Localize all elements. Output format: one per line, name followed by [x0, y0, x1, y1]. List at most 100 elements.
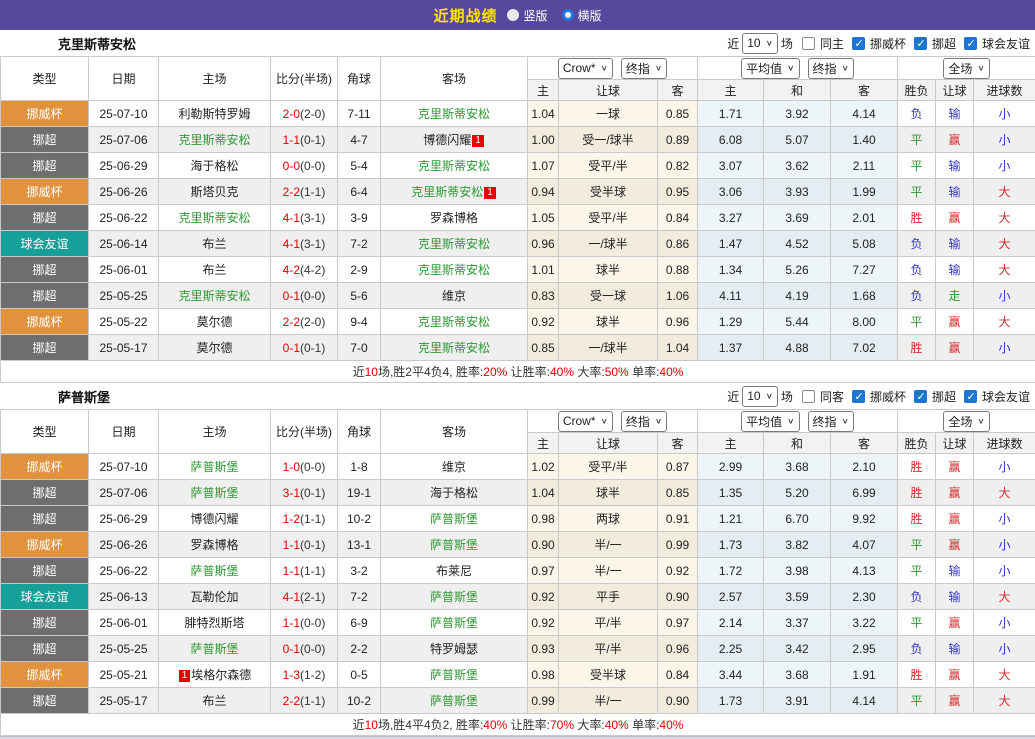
- team-name-link[interactable]: 萨普斯堡: [190, 642, 238, 656]
- match-date: 25-05-22: [88, 308, 159, 335]
- same-home-checkbox[interactable]: [801, 36, 815, 50]
- summary-segment: 40%: [604, 718, 629, 732]
- team-name-link[interactable]: 博德闪耀: [423, 133, 471, 147]
- card-badge: 1: [178, 669, 191, 682]
- team-name-link[interactable]: 萨普斯堡: [190, 486, 238, 500]
- sub-away-odds: 客: [657, 432, 698, 454]
- match-row: 挪超 25-06-01 腓特烈斯塔 1-1(0-0) 6-9 萨普斯堡 0.92 平/半 0.9…: [0, 609, 1035, 636]
- handicap-away-odds: 0.96: [657, 635, 698, 662]
- club-friendly-checkbox[interactable]: [963, 389, 977, 403]
- match-row: 挪威杯 25-05-21 1 埃格尔森德 1-3(1-2) 0-5 萨普斯堡 0.98 受半球 0…: [0, 661, 1035, 688]
- match-count-select[interactable]: 10: [742, 32, 778, 54]
- bookmaker-select[interactable]: Crow*: [557, 57, 613, 79]
- result-goals: 大: [973, 687, 1035, 714]
- team-name-link[interactable]: 腓特烈斯塔: [184, 616, 244, 630]
- handicap-home-odds: 1.04: [527, 479, 559, 506]
- handicap-away-odds: 0.97: [657, 609, 698, 636]
- team-name-link[interactable]: 维京: [442, 289, 466, 303]
- radio-selected-icon[interactable]: [561, 9, 574, 21]
- fulltime-score: 1-0: [282, 459, 300, 474]
- team-name-link[interactable]: 瓦勒伦加: [190, 590, 238, 604]
- section-header-team-1: 克里斯蒂安松 近 10 场 同主 挪威杯 挪超 球会友谊: [0, 30, 1035, 56]
- away-team-cell: 萨普斯堡: [380, 531, 528, 558]
- team-name-link[interactable]: 海于格松: [430, 486, 478, 500]
- fulltime-select[interactable]: 全场: [943, 57, 990, 79]
- final-odds-select[interactable]: 终指: [620, 57, 668, 79]
- result-wdl: 平: [897, 126, 937, 153]
- team-name-link[interactable]: 萨普斯堡: [190, 460, 238, 474]
- avg-home-odds: 6.08: [697, 126, 764, 153]
- team-name-link[interactable]: 海于格松: [190, 159, 238, 173]
- team-name-link[interactable]: 萨普斯堡: [430, 590, 478, 604]
- team-name-link[interactable]: 莫尔德: [196, 315, 232, 329]
- team-name-link[interactable]: 罗森博格: [190, 538, 238, 552]
- team-name-link[interactable]: 克里斯蒂安松: [418, 263, 490, 277]
- radio-icon[interactable]: [507, 9, 520, 21]
- corner-count: 7-0: [337, 334, 381, 361]
- handicap-line: 球半: [558, 308, 658, 335]
- handicap-home-odds: 0.90: [527, 531, 559, 558]
- team-name-link[interactable]: 布兰: [202, 237, 226, 251]
- team-name-link[interactable]: 莫尔德: [196, 341, 232, 355]
- view-vertical-option[interactable]: 竖版: [507, 7, 548, 24]
- eliteserien-checkbox[interactable]: [913, 36, 927, 50]
- handicap-line: 受平/半: [558, 204, 658, 231]
- team-name-link[interactable]: 萨普斯堡: [190, 564, 238, 578]
- recent-matches-table-1: 类型 日期 主场 比分(半场) 角球 客场 Crow* 终指 平均值 终指: [0, 56, 1035, 383]
- team-name-link[interactable]: 萨普斯堡: [430, 538, 478, 552]
- average-select[interactable]: 平均值: [741, 57, 800, 79]
- team-name-link[interactable]: 克里斯蒂安松: [178, 289, 250, 303]
- bookmaker-select[interactable]: Crow*: [557, 410, 613, 432]
- league-type-badge: 挪超: [0, 152, 89, 179]
- view-horizontal-option[interactable]: 横版: [561, 7, 602, 24]
- team-name-link[interactable]: 克里斯蒂安松: [418, 237, 490, 251]
- handicap-home-odds: 0.93: [527, 635, 559, 662]
- average-select[interactable]: 平均值: [741, 410, 800, 432]
- final-odds-select-2[interactable]: 终指: [807, 410, 854, 432]
- eliteserien-checkbox[interactable]: [913, 389, 927, 403]
- team-name-link[interactable]: 斯塔贝克: [190, 185, 238, 199]
- score-cell: 0-1(0-1): [270, 334, 338, 361]
- team-name-link[interactable]: 罗森博格: [430, 211, 478, 225]
- team-name-link[interactable]: 萨普斯堡: [430, 616, 478, 630]
- home-team-cell: 利勒斯特罗姆: [158, 100, 271, 127]
- team-name-link[interactable]: 萨普斯堡: [430, 694, 478, 708]
- match-count-select[interactable]: 10: [742, 385, 778, 407]
- team-name-link[interactable]: 博德闪耀: [190, 512, 238, 526]
- away-team-cell: 特罗姆瑟: [380, 635, 528, 662]
- team-name-link[interactable]: 克里斯蒂安松: [418, 315, 490, 329]
- norway-cup-checkbox[interactable]: [851, 389, 865, 403]
- team-name-link[interactable]: 克里斯蒂安松: [178, 133, 250, 147]
- team-name-link[interactable]: 布兰: [202, 694, 226, 708]
- avg-away-odds: 2.10: [829, 453, 899, 480]
- team-name-link[interactable]: 克里斯蒂安松: [178, 211, 250, 225]
- handicap-home-odds: 0.98: [527, 505, 559, 532]
- team-name-link[interactable]: 维京: [442, 460, 466, 474]
- team-name-link[interactable]: 埃格尔森德: [191, 668, 251, 682]
- result-goals: 小: [973, 334, 1035, 361]
- team-name-link[interactable]: 克里斯蒂安松: [418, 159, 490, 173]
- team-name-link[interactable]: 利勒斯特罗姆: [178, 107, 250, 121]
- avg-home-odds: 1.21: [697, 505, 764, 532]
- team-name-link[interactable]: 萨普斯堡: [430, 512, 478, 526]
- final-odds-select[interactable]: 终指: [620, 410, 668, 432]
- team-name-link[interactable]: 特罗姆瑟: [430, 642, 478, 656]
- team-name-link[interactable]: 布莱尼: [436, 564, 472, 578]
- league-type-badge: 挪威杯: [0, 661, 89, 688]
- eliteserien-label: 挪超: [931, 36, 956, 51]
- team-name-link[interactable]: 克里斯蒂安松: [418, 341, 490, 355]
- club-friendly-checkbox[interactable]: [963, 36, 977, 50]
- handicap-away-odds: 0.86: [657, 230, 698, 257]
- card-badge: 1: [472, 134, 484, 147]
- handicap-line: 球半: [558, 479, 658, 506]
- fulltime-select[interactable]: 全场: [943, 410, 990, 432]
- final-odds-select-2[interactable]: 终指: [807, 57, 854, 79]
- norway-cup-checkbox[interactable]: [851, 36, 865, 50]
- team-name-link[interactable]: 克里斯蒂安松: [411, 185, 483, 199]
- team-name-link[interactable]: 萨普斯堡: [430, 668, 478, 682]
- team-name-link[interactable]: 布兰: [202, 263, 226, 277]
- handicap-away-odds: 0.90: [657, 583, 698, 610]
- result-handicap: 输: [935, 178, 975, 205]
- same-away-checkbox[interactable]: [801, 389, 815, 403]
- team-name-link[interactable]: 克里斯蒂安松: [418, 107, 490, 121]
